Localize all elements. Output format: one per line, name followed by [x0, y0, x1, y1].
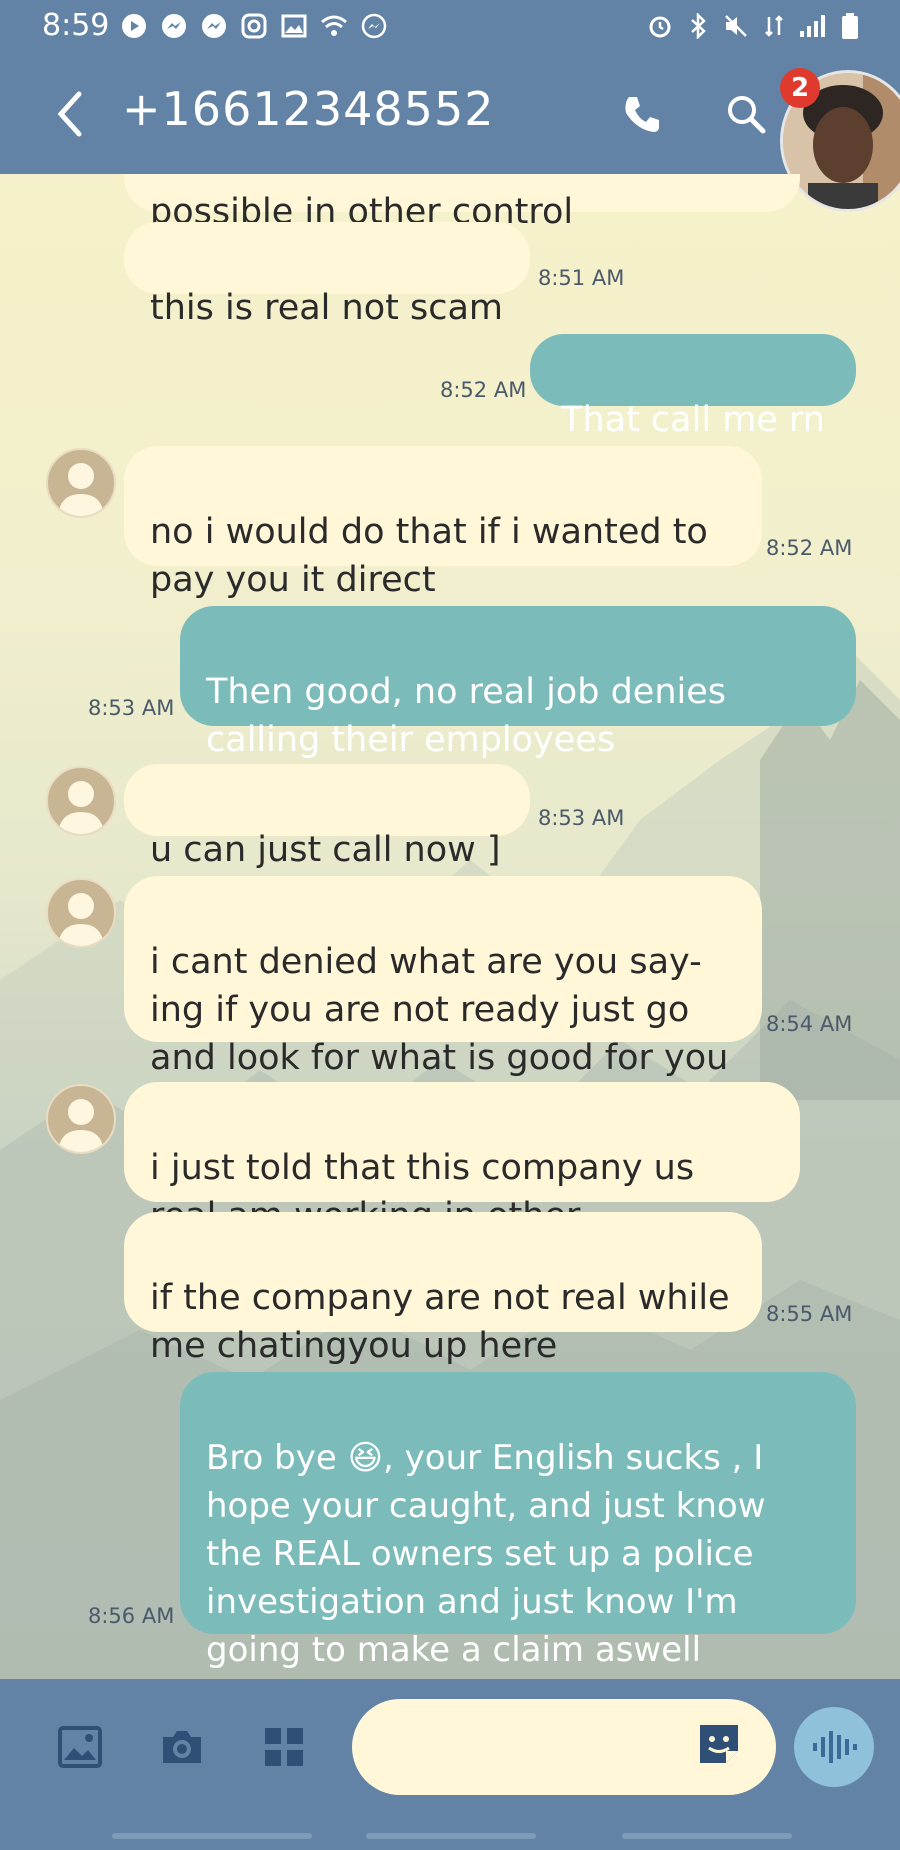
outgoing-message[interactable]: Bro bye 😆, your English sucks , I hope y… — [180, 1372, 856, 1670]
notification-badge: 2 — [780, 68, 820, 108]
call-button[interactable] — [614, 86, 670, 142]
incoming-message[interactable]: if the company are not real while me cha… — [124, 1212, 762, 1366]
message-text: u can just call now ] — [150, 830, 501, 870]
contact-avatar[interactable] — [46, 448, 116, 518]
default-avatar-icon — [58, 1099, 104, 1152]
gallery-icon — [280, 12, 308, 40]
incoming-message[interactable]: possible in other control — [124, 174, 800, 232]
incoming-message[interactable]: i cant denied what are you say- ing if y… — [124, 876, 762, 1078]
voice-record-button[interactable] — [794, 1707, 874, 1787]
messenger-icon — [200, 12, 228, 40]
message-time: 8:53 AM — [538, 806, 625, 830]
nav-recent-hint — [112, 1833, 312, 1839]
message-time: 8:53 AM — [88, 696, 175, 720]
message-text: Then good, no real job denies calling th… — [206, 672, 726, 760]
message-text: i cant denied what are you say- ing if y… — [150, 942, 729, 1078]
search-icon — [728, 96, 766, 134]
gallery-button[interactable] — [52, 1719, 108, 1775]
system-icons — [646, 12, 864, 40]
message-time: 8:55 AM — [766, 1302, 853, 1326]
message-text: this is real not scam — [150, 288, 503, 328]
contact-number[interactable]: +16612348552 — [122, 82, 494, 136]
nav-home-hint — [366, 1833, 536, 1839]
message-thread[interactable]: possible in other control this is real n… — [0, 174, 900, 1679]
voice-icon — [813, 1731, 857, 1763]
message-text: Bro bye 😆, your English sucks , I hope y… — [206, 1438, 766, 1670]
notification-icons — [120, 12, 388, 40]
default-avatar-icon — [58, 781, 104, 834]
outgoing-message[interactable]: Then good, no real job denies calling th… — [180, 606, 856, 760]
contact-avatar[interactable] — [46, 766, 116, 836]
search-button[interactable] — [718, 86, 774, 142]
image-icon — [58, 1726, 102, 1768]
nav-back-hint — [622, 1833, 792, 1839]
battery-icon — [836, 12, 864, 40]
incoming-message[interactable]: i just told that this company us real am… — [124, 1082, 800, 1236]
outgoing-message[interactable]: That call me rn — [530, 334, 856, 440]
apps-grid-icon — [265, 1728, 303, 1766]
message-text: That call me rn — [561, 400, 825, 440]
message-text: if the company are not real while me cha… — [150, 1278, 730, 1366]
incoming-message[interactable]: u can just call now ] — [124, 764, 530, 870]
incoming-message[interactable]: no i would do that if i wanted to pay yo… — [124, 446, 762, 600]
camera-icon — [163, 1731, 201, 1763]
mute-icon — [722, 12, 750, 40]
incoming-message[interactable]: this is real not scam — [124, 222, 530, 328]
bluetooth-icon — [684, 12, 712, 40]
alarm-icon — [646, 12, 674, 40]
message-time: 8:51 AM — [538, 266, 625, 290]
sticker-icon — [700, 1725, 738, 1763]
signal-icon — [798, 12, 826, 40]
message-time: 8:52 AM — [766, 536, 853, 560]
wifi-icon — [320, 12, 348, 40]
back-arrow-icon — [57, 91, 82, 137]
default-avatar-icon — [58, 463, 104, 516]
contact-avatar[interactable] — [46, 878, 116, 948]
back-button[interactable] — [48, 86, 92, 142]
instagram-icon — [240, 12, 268, 40]
phone-icon — [625, 97, 659, 132]
composer-bar — [0, 1679, 900, 1850]
sticker-button[interactable] — [696, 1721, 748, 1773]
messenger-icon — [160, 12, 188, 40]
message-time: 8:52 AM — [440, 378, 527, 402]
message-time: 8:56 AM — [88, 1604, 175, 1628]
camera-button[interactable] — [154, 1719, 210, 1775]
network-type-icon — [760, 12, 788, 40]
message-text: no i would do that if i wanted to pay yo… — [150, 512, 708, 600]
conversation-header: +16612348552 — [0, 52, 900, 174]
status-bar: 8:59 — [0, 0, 900, 52]
status-time: 8:59 — [42, 8, 110, 43]
contact-avatar[interactable] — [46, 1084, 116, 1154]
default-avatar-icon — [58, 893, 104, 946]
more-apps-button[interactable] — [256, 1719, 312, 1775]
messenger-icon — [360, 12, 388, 40]
message-time: 8:54 AM — [766, 1012, 853, 1036]
youtube-icon — [120, 12, 148, 40]
